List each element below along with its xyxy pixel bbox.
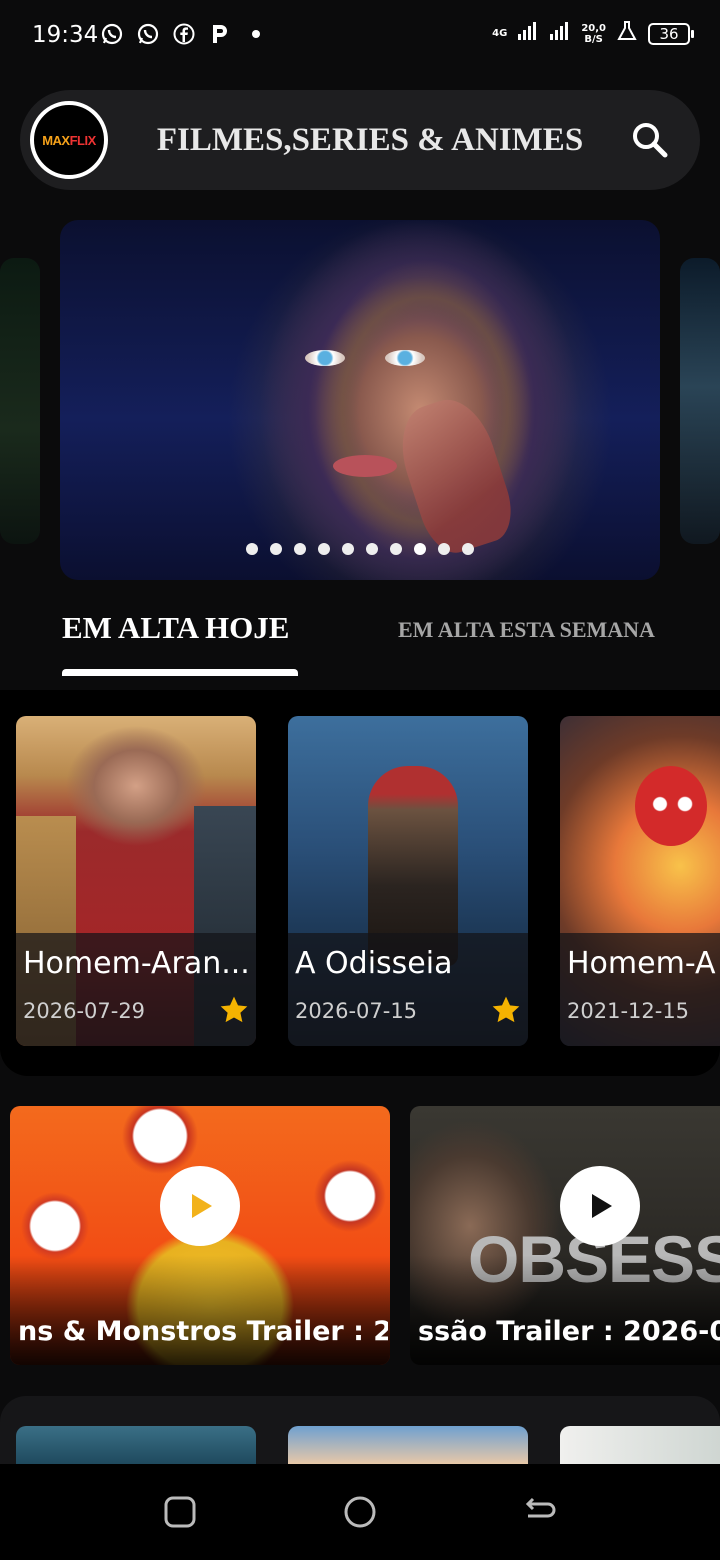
dot-icon	[244, 22, 268, 46]
star-icon[interactable]	[490, 994, 522, 1026]
whatsapp-icon	[136, 22, 160, 46]
carousel-prev-slide[interactable]	[0, 258, 40, 544]
carousel-dot[interactable]	[390, 543, 402, 555]
movie-date: 2021-12-15	[567, 999, 690, 1023]
play-button[interactable]	[160, 1166, 240, 1246]
carousel-dot[interactable]	[438, 543, 450, 555]
trailer-card[interactable]: ns & Monstros Trailer : 2	[10, 1106, 390, 1365]
carousel-dot[interactable]	[462, 543, 474, 555]
play-icon	[192, 1194, 212, 1218]
back-icon	[525, 1497, 556, 1518]
circle-icon	[344, 1496, 376, 1528]
movie-card[interactable]: Homem-A 2021-12-15	[560, 716, 720, 1046]
signal-icon	[517, 20, 539, 47]
whatsapp-icon	[100, 22, 124, 46]
carousel-dot[interactable]	[270, 543, 282, 555]
movie-title: Homem-Aran...	[23, 946, 250, 981]
status-bar: 19:34 4G 20,0 B/S 36	[0, 0, 720, 72]
recents-button[interactable]	[158, 1490, 202, 1534]
carousel-dot[interactable]	[366, 543, 378, 555]
app-logo[interactable]: MAXFLIX	[30, 101, 108, 179]
tab-active-indicator	[62, 669, 298, 676]
trailer-card[interactable]: OBSESSÃO ssão Trailer : 2026-0	[410, 1106, 720, 1365]
system-icons: 4G 20,0 B/S 36	[492, 20, 694, 47]
movie-title: A Odisseia	[295, 946, 453, 981]
facebook-icon	[172, 22, 196, 46]
speed-value: 20,0	[581, 22, 606, 34]
carousel-dot[interactable]	[294, 543, 306, 555]
tab-em-alta-hoje[interactable]: EM ALTA HOJE	[62, 610, 289, 646]
carousel-indicators	[60, 543, 660, 555]
banner-image-detail	[385, 350, 425, 366]
movie-card[interactable]: A Odisseia 2026-07-15	[288, 716, 528, 1046]
flask-icon	[616, 20, 638, 47]
featured-banner[interactable]	[60, 220, 660, 580]
banner-image-detail	[305, 350, 345, 366]
trailer-title: ns & Monstros Trailer : 2	[18, 1316, 388, 1347]
network-type: 4G	[492, 28, 508, 39]
status-time: 19:34	[32, 22, 99, 48]
square-icon	[164, 1496, 196, 1528]
signal-icon	[549, 20, 571, 47]
banner-image-detail	[333, 455, 397, 477]
battery-indicator: 36	[648, 22, 694, 45]
star-icon[interactable]	[218, 994, 250, 1026]
app-header: MAXFLIX FILMES,SERIES & ANIMES	[20, 90, 700, 190]
p-icon	[208, 22, 232, 46]
home-button[interactable]	[338, 1490, 382, 1534]
movie-title: Homem-A	[567, 946, 716, 981]
search-icon	[633, 123, 668, 158]
carousel-dot[interactable]	[342, 543, 354, 555]
notification-icons	[100, 22, 268, 46]
network-speed: 20,0 B/S	[581, 23, 606, 45]
carousel-next-slide[interactable]	[680, 258, 720, 544]
system-nav-bar	[0, 1464, 720, 1560]
carousel-dot-active[interactable]	[414, 543, 426, 555]
play-button[interactable]	[560, 1166, 640, 1246]
movie-card[interactable]	[16, 1426, 256, 1464]
speed-unit: B/S	[584, 33, 603, 45]
search-button[interactable]	[628, 118, 672, 162]
carousel-dot[interactable]	[318, 543, 330, 555]
tab-em-alta-esta-semana[interactable]: EM ALTA ESTA SEMANA	[398, 617, 655, 643]
header-title: FILMES,SERIES & ANIMES	[156, 122, 584, 158]
carousel-dot[interactable]	[246, 543, 258, 555]
trailer-title: ssão Trailer : 2026-0	[418, 1316, 720, 1347]
movie-date: 2026-07-15	[295, 999, 418, 1023]
play-icon	[592, 1194, 612, 1218]
movie-card[interactable]: Homem-Aran... 2026-07-29	[16, 716, 256, 1046]
back-button[interactable]	[518, 1490, 562, 1534]
movie-card[interactable]	[288, 1426, 528, 1464]
movie-card[interactable]	[560, 1426, 720, 1464]
movie-date: 2026-07-29	[23, 999, 146, 1023]
logo-text: MAXFLIX	[42, 132, 96, 148]
